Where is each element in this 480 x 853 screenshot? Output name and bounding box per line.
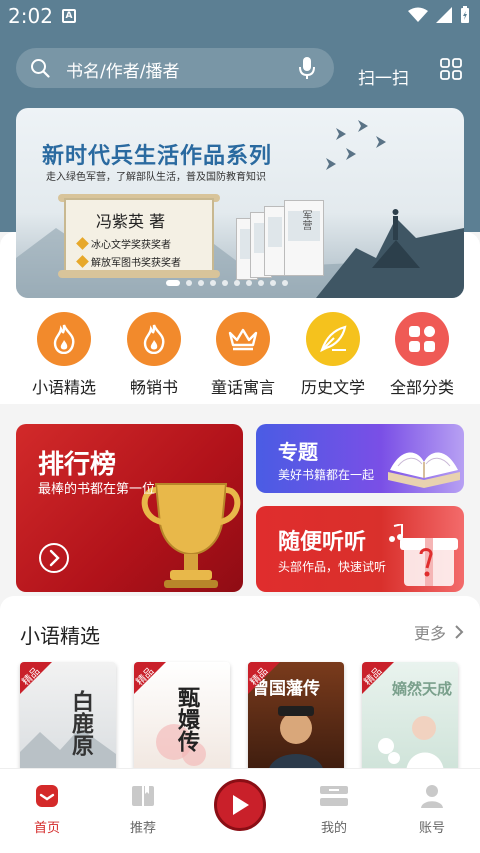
- banner-award: 冰心文学奖获奖者: [76, 236, 171, 251]
- category-label: 畅销书: [129, 378, 178, 397]
- book-title: 甄嬛传: [174, 686, 199, 752]
- topic-subtitle: 美好书籍都在一起: [278, 468, 375, 482]
- tab-account[interactable]: 账号: [402, 783, 462, 836]
- status-icons: [408, 6, 470, 24]
- topic-title: 专题: [278, 440, 318, 464]
- banner-pager: [166, 280, 288, 286]
- play-button[interactable]: [214, 779, 266, 831]
- banner-subtitle: 走入绿色军营，了解部队生活，普及国防教育知识: [46, 172, 266, 183]
- arrow-right-circle-icon[interactable]: [38, 542, 70, 574]
- search-icon: [31, 59, 50, 78]
- search-placeholder: 书名/作者/播者: [66, 62, 180, 82]
- book-cover[interactable]: 嫡然天成 精品: [362, 662, 458, 772]
- book-title: 嫡然天成: [392, 680, 453, 698]
- tab-label: 我的: [320, 821, 347, 836]
- category-item[interactable]: 历史文学: [293, 312, 373, 398]
- book-spine-text: 军营: [300, 210, 311, 230]
- category-label: 历史文学: [300, 378, 365, 397]
- tab-label: 首页: [33, 821, 60, 836]
- quill-icon: [306, 312, 360, 366]
- scan-button[interactable]: 扫一扫: [358, 64, 409, 89]
- scroll-rod-bottom: [58, 270, 220, 278]
- promo-banner[interactable]: 新时代兵生活作品系列 走入绿色军营，了解部队生活，普及国防教育知识 冯紫英 著 …: [16, 108, 464, 298]
- category-label: 全部分类: [389, 378, 454, 397]
- tab-label: 账号: [418, 821, 445, 836]
- chevron-right-icon[interactable]: [454, 624, 464, 640]
- tab-mine[interactable]: 我的: [304, 783, 364, 836]
- wifi-icon: [408, 7, 428, 22]
- category-label: 小语精选: [31, 378, 96, 397]
- listen-title: 随便听听: [278, 530, 367, 555]
- play-icon: [233, 795, 249, 815]
- open-book-icon: [388, 452, 460, 488]
- banner-author: 冯紫英 著: [96, 212, 166, 231]
- category-item[interactable]: 畅销书: [114, 312, 194, 398]
- book-cover[interactable]: 甄嬛传 精品: [134, 662, 230, 772]
- banner-award: 解放军图书奖获奖者: [76, 254, 181, 269]
- book-cover[interactable]: 曾国藩传 精品: [248, 662, 344, 772]
- listen-subtitle: 头部作品，快速试听: [278, 560, 387, 574]
- category-label: 童话寓言: [210, 378, 275, 397]
- category-item[interactable]: 小语精选: [24, 312, 104, 398]
- banner-books: 军营: [236, 196, 328, 282]
- flame-icon: [37, 312, 91, 366]
- section-title: 小语精选: [20, 624, 100, 648]
- signal-icon: [436, 7, 452, 23]
- tab-recommend[interactable]: 推荐: [113, 783, 173, 836]
- book-cover[interactable]: 白鹿原 精品: [20, 662, 116, 772]
- tab-label: 推荐: [129, 821, 156, 836]
- ranking-subtitle: 最棒的书都在第一位: [38, 482, 156, 497]
- book-title: 白鹿原: [68, 690, 93, 756]
- topic-card[interactable]: 专题 美好书籍都在一起: [256, 424, 464, 493]
- shelf-icon: [320, 786, 348, 806]
- microphone-icon[interactable]: [298, 56, 316, 80]
- book-icon: [132, 786, 154, 806]
- category-item[interactable]: 全部分类: [382, 312, 462, 398]
- listen-card[interactable]: 随便听听 头部作品，快速试听: [256, 506, 464, 592]
- notification-icon: A: [62, 9, 76, 23]
- category-grid-icon[interactable]: [440, 58, 462, 80]
- banner-title: 新时代兵生活作品系列: [42, 144, 273, 169]
- more-link[interactable]: 更多: [414, 620, 446, 644]
- flame-icon: [127, 312, 181, 366]
- search-input[interactable]: 书名/作者/播者: [16, 48, 334, 88]
- person-icon: [421, 785, 443, 808]
- status-time: 2:02: [8, 4, 53, 28]
- home-icon: [36, 785, 58, 807]
- music-note-icon: [389, 524, 403, 542]
- category-item[interactable]: 童话寓言: [203, 312, 283, 398]
- battery-icon: [461, 6, 469, 23]
- ranking-card[interactable]: 排行榜 最棒的书都在第一位: [16, 424, 243, 592]
- grid-icon: [395, 312, 449, 366]
- tab-home[interactable]: 首页: [17, 783, 77, 836]
- gift-box-icon: [400, 538, 458, 586]
- crown-icon: [216, 312, 270, 366]
- bottom-tab-bar: 首页 推荐 我的 账号: [0, 768, 480, 853]
- status-bar: 2:02 A: [0, 0, 480, 32]
- ranking-title: 排行榜: [38, 450, 117, 480]
